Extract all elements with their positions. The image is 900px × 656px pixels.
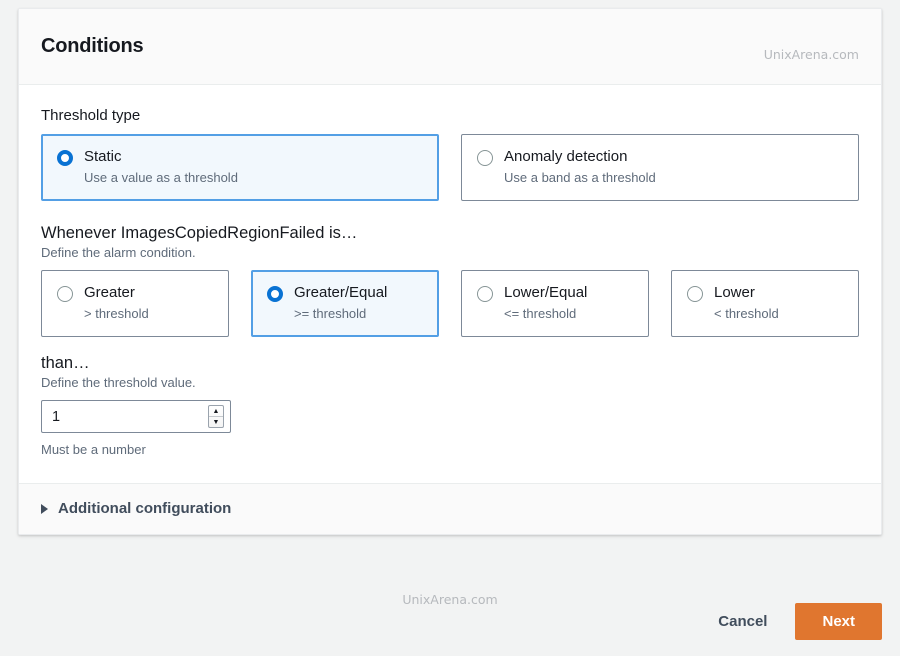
operator-option-lower-equal[interactable]: Lower/Equal <= threshold bbox=[461, 270, 649, 337]
radio-icon[interactable] bbox=[687, 286, 703, 303]
quantity-stepper[interactable]: ▲ ▼ bbox=[208, 405, 224, 429]
stepper-up-icon[interactable]: ▲ bbox=[209, 406, 223, 417]
page-title: Conditions bbox=[41, 35, 144, 57]
option-title: Lower bbox=[714, 284, 755, 302]
threshold-value-heading: than… bbox=[41, 353, 90, 372]
comparison-operator-radio-group: Greater > threshold Greater/Equal >= thr… bbox=[41, 270, 859, 337]
option-title: Greater/Equal bbox=[294, 284, 388, 302]
option-title: Greater bbox=[84, 284, 135, 302]
card-header: Conditions UnixArena.com bbox=[19, 9, 881, 85]
additional-configuration-toggle[interactable]: Additional configuration bbox=[19, 483, 881, 535]
radio-icon[interactable] bbox=[57, 286, 73, 303]
alarm-condition-heading: Whenever ImagesCopiedRegionFailed is… bbox=[41, 223, 358, 242]
chevron-right-icon[interactable] bbox=[41, 503, 48, 514]
threshold-value-field: ▲ ▼ bbox=[41, 400, 231, 434]
option-subtitle: < threshold bbox=[714, 306, 779, 322]
option-subtitle: Use a band as a threshold bbox=[504, 170, 656, 185]
option-subtitle: >= threshold bbox=[294, 306, 367, 322]
threshold-value-helper-text: Must be a number bbox=[41, 442, 146, 458]
radio-icon[interactable] bbox=[477, 286, 493, 303]
additional-configuration-label: Additional configuration bbox=[58, 500, 232, 518]
threshold-value-description: Define the threshold value. bbox=[41, 375, 196, 391]
threshold-type-label: Threshold type bbox=[41, 107, 141, 124]
watermark-header: UnixArena.com bbox=[763, 47, 859, 62]
conditions-card: Conditions UnixArena.com Threshold type … bbox=[18, 8, 882, 536]
radio-icon-selected[interactable] bbox=[57, 150, 73, 166]
operator-option-greater-equal[interactable]: Greater/Equal >= threshold bbox=[251, 270, 439, 337]
threshold-value-input[interactable] bbox=[41, 400, 231, 434]
option-subtitle: <= threshold bbox=[504, 306, 577, 322]
alarm-condition-description: Define the alarm condition. bbox=[41, 245, 196, 261]
operator-option-greater[interactable]: Greater > threshold bbox=[41, 270, 229, 337]
next-button[interactable]: Next bbox=[795, 603, 882, 640]
option-title: Static bbox=[84, 148, 122, 165]
threshold-type-radio-group: Static Use a value as a threshold Anomal… bbox=[41, 134, 859, 201]
conditions-page: Conditions UnixArena.com Threshold type … bbox=[0, 0, 900, 656]
stepper-down-icon[interactable]: ▼ bbox=[209, 417, 223, 428]
threshold-type-option-anomaly-detection[interactable]: Anomaly detection Use a band as a thresh… bbox=[461, 134, 859, 201]
threshold-type-option-static[interactable]: Static Use a value as a threshold bbox=[41, 134, 439, 201]
cancel-button[interactable]: Cancel bbox=[708, 605, 777, 638]
form-actions: Cancel Next bbox=[708, 603, 882, 640]
option-subtitle: > threshold bbox=[84, 306, 149, 322]
operator-option-lower[interactable]: Lower < threshold bbox=[671, 270, 859, 337]
radio-icon[interactable] bbox=[477, 150, 493, 166]
radio-icon-selected[interactable] bbox=[267, 286, 283, 303]
option-subtitle: Use a value as a threshold bbox=[84, 170, 238, 185]
option-title: Anomaly detection bbox=[504, 148, 628, 165]
option-title: Lower/Equal bbox=[504, 284, 588, 302]
card-body: Threshold type Static Use a value as a t… bbox=[19, 85, 881, 483]
